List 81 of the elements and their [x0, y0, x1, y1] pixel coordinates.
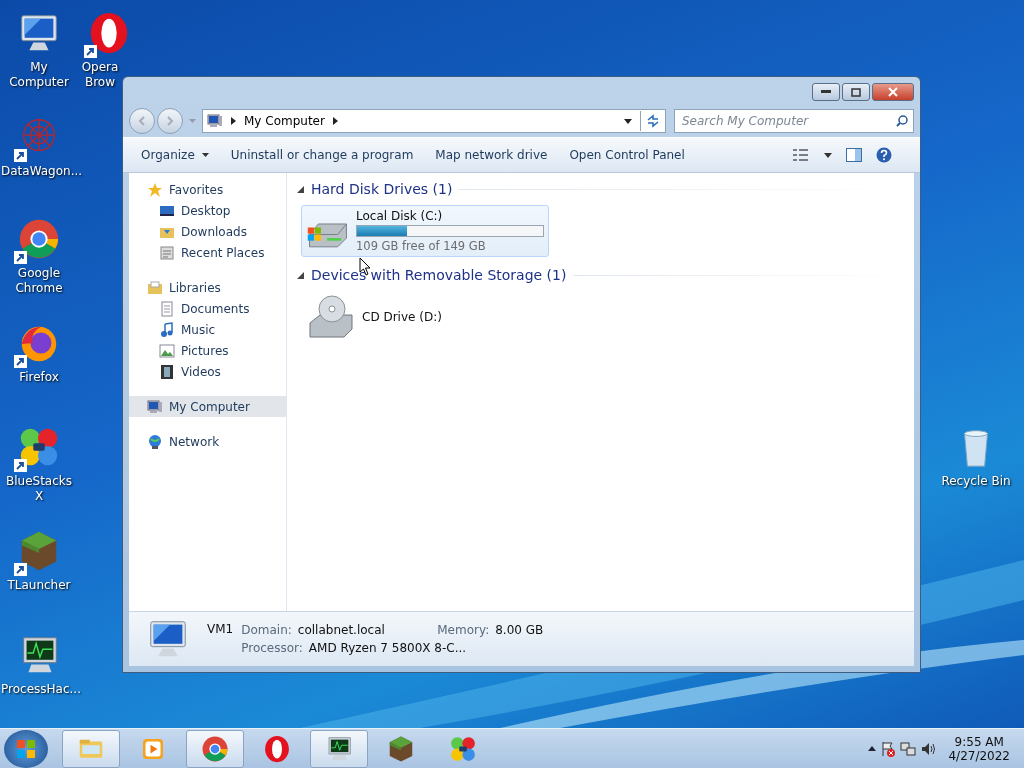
detail-value: collabnet.local [297, 623, 385, 637]
desktop-icon-label[interactable]: Recycle Bin [941, 474, 1011, 489]
desktop-icon-label[interactable]: My Computer [1, 60, 77, 90]
time-text: 9:55 AM [954, 734, 1004, 749]
nav-item[interactable]: Recent Places [129, 242, 286, 263]
desktop-icon-label[interactable]: BlueStacks X [1, 474, 77, 504]
detail-label: Memory: [437, 623, 490, 637]
group-header[interactable]: Hard Disk Drives (1) [311, 181, 453, 197]
start-button[interactable] [4, 729, 48, 768]
nav-item[interactable]: Libraries [129, 277, 286, 298]
detail-value: AMD Ryzen 7 5800X 8-C... [308, 641, 467, 655]
toolbar-button[interactable]: Organize [137, 144, 213, 166]
nav-item[interactable]: Videos [129, 361, 286, 382]
star-icon [147, 181, 163, 198]
network-icon[interactable] [900, 740, 917, 757]
drive-name: CD Drive (D:) [362, 310, 443, 324]
view-options-icon[interactable] [792, 148, 810, 162]
opera-icon [262, 733, 292, 764]
toolbar-button[interactable]: Uninstall or change a program [226, 144, 418, 166]
shortcut-arrow-icon [14, 355, 27, 368]
document-icon [159, 300, 175, 317]
detail-value: 8.00 GB [495, 623, 544, 637]
toolbar-button[interactable]: Open Control Panel [565, 144, 689, 166]
dropdown-caret-icon[interactable] [824, 152, 832, 158]
breadcrumb-arrow-icon [231, 117, 236, 125]
shortcut-arrow-icon [14, 251, 27, 264]
nav-item[interactable]: Downloads [129, 221, 286, 242]
drive-tile[interactable]: CD Drive (D:) [301, 291, 549, 343]
nav-item[interactable]: Documents [129, 298, 286, 319]
shortcut-arrow-icon [14, 563, 27, 576]
music-icon [159, 321, 175, 338]
cd-drive-icon [306, 295, 356, 339]
preview-pane-icon[interactable] [846, 148, 862, 162]
video-icon [159, 363, 175, 380]
toolbar-button[interactable]: Map network drive [431, 144, 552, 166]
desktop-icon-label[interactable]: Firefox [19, 370, 59, 385]
nav-item[interactable]: Music [129, 319, 286, 340]
taskbar-button[interactable] [310, 729, 368, 768]
minimize-icon [821, 90, 831, 94]
nav-item[interactable]: Network [129, 431, 286, 452]
shortcut-arrow-icon [14, 459, 27, 472]
collapse-triangle-icon[interactable] [297, 185, 304, 193]
nav-item[interactable]: Desktop [129, 200, 286, 221]
nav-item[interactable]: Pictures [129, 340, 286, 361]
close-button[interactable] [872, 83, 914, 101]
computer-name: VM1 [207, 622, 234, 636]
group-header[interactable]: Devices with Removable Storage (1) [311, 267, 567, 283]
dropdown-caret-icon[interactable] [624, 118, 632, 124]
desktop-icon-label[interactable]: TLauncher [7, 578, 71, 593]
drive-tile[interactable]: Local Disk (C:) 109 GB free of 149 GB [301, 205, 549, 257]
nav-item[interactable]: Favorites [129, 179, 286, 200]
search-icon [896, 115, 908, 127]
shortcut-arrow-icon [14, 149, 27, 162]
computer-icon [147, 398, 163, 415]
nav-item[interactable]: My Computer [129, 396, 286, 417]
help-icon[interactable] [876, 147, 892, 163]
breadcrumb-arrow-icon [332, 117, 338, 125]
date-text: 4/27/2022 [948, 748, 1010, 763]
desktop-icon-label[interactable]: Google Chrome [1, 266, 77, 296]
library-icon [147, 279, 163, 296]
clock[interactable]: 9:55 AM 4/27/2022 [948, 734, 1010, 763]
show-hidden-icons-icon[interactable] [868, 746, 877, 751]
search-field[interactable]: Search My Computer [674, 109, 914, 133]
recent-icon [159, 244, 175, 261]
desktop-icon-label[interactable]: Opera Brow [78, 60, 122, 90]
shortcut-arrow-icon [84, 45, 97, 58]
collapse-triangle-icon[interactable] [297, 271, 304, 279]
drive-name: Local Disk (C:) [356, 209, 444, 223]
detail-label: Domain: [241, 623, 292, 637]
maximize-button[interactable] [842, 83, 870, 101]
free-space-text: 109 GB free of 149 GB [356, 239, 487, 253]
maximize-icon [851, 87, 861, 97]
breadcrumb-item[interactable]: My Computer [244, 114, 325, 128]
network-icon [147, 433, 163, 450]
close-icon [888, 87, 898, 97]
picture-icon [159, 342, 175, 359]
minimize-button[interactable] [812, 83, 840, 101]
address-bar[interactable]: My Computer [202, 109, 666, 133]
detail-label: Processor: [241, 641, 303, 655]
computer-icon [207, 113, 223, 129]
flag-icon[interactable] [880, 740, 897, 757]
